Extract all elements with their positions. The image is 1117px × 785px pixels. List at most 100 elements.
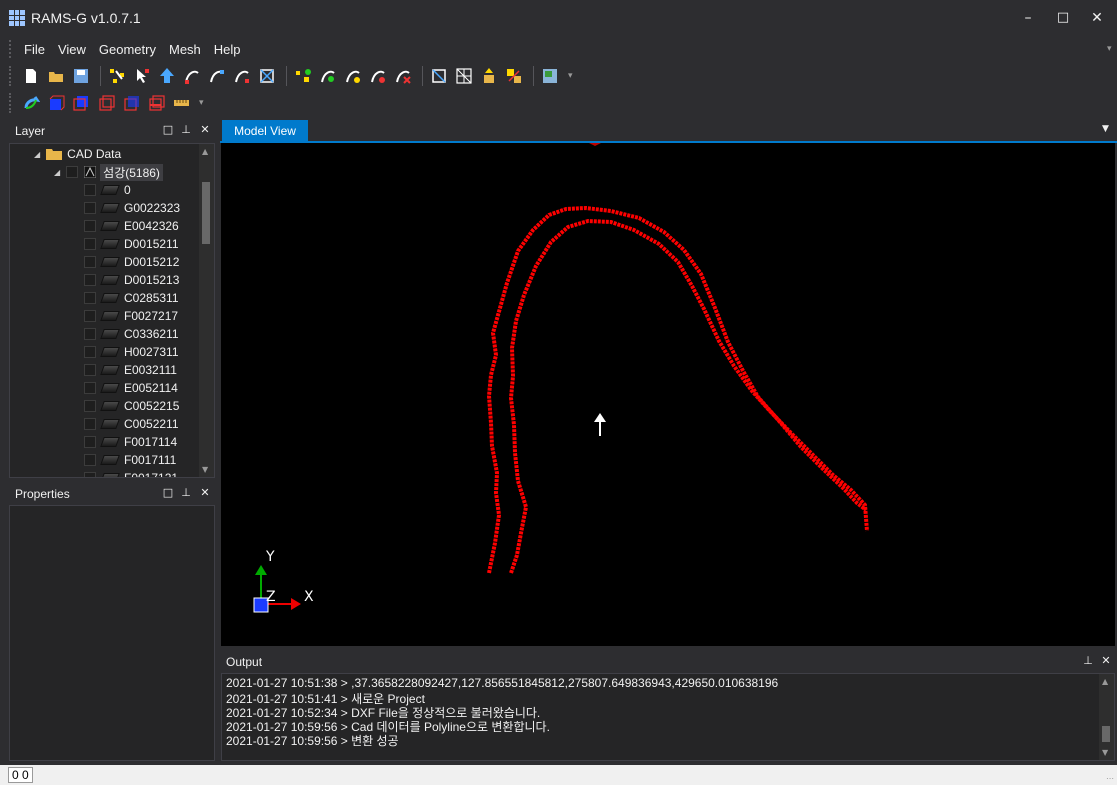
layer-checkbox[interactable]	[84, 454, 96, 466]
add-point-icon[interactable]	[292, 65, 314, 87]
layer-label: F0017114	[124, 435, 178, 449]
layer-item[interactable]: F0017114	[84, 433, 177, 451]
pin-icon[interactable]: ⊥	[179, 486, 193, 500]
layer-checkbox[interactable]	[84, 346, 96, 358]
map-icon[interactable]	[539, 65, 561, 87]
layer-item[interactable]: C0285311	[84, 289, 179, 307]
tab-model-view[interactable]: Model View	[222, 120, 308, 142]
pin-icon[interactable]: ⊥	[179, 123, 193, 137]
cube-red-2-icon[interactable]	[120, 92, 142, 114]
cube-red-icon[interactable]	[95, 92, 117, 114]
menu-file[interactable]: File	[24, 42, 45, 57]
layer-item[interactable]: H0027311	[84, 343, 179, 361]
layer-checkbox[interactable]	[84, 400, 96, 412]
layer-label: C0052215	[124, 399, 180, 413]
menu-help[interactable]: Help	[214, 42, 241, 57]
cube-blue-red-icon[interactable]	[70, 92, 92, 114]
layer-icon	[100, 455, 120, 465]
curve-point-icon[interactable]	[317, 65, 339, 87]
new-file-icon[interactable]	[20, 65, 42, 87]
layer-checkbox[interactable]	[84, 274, 96, 286]
layer-checkbox[interactable]	[84, 364, 96, 376]
ruler-icon[interactable]	[170, 92, 192, 114]
delete-point-icon[interactable]	[392, 65, 414, 87]
tree-node-label: 섬강(5186)	[100, 163, 163, 181]
layer-item[interactable]: C0052215	[84, 397, 179, 415]
select-all-icon[interactable]	[256, 65, 278, 87]
menu-mesh[interactable]: Mesh	[169, 42, 201, 57]
select-point-icon[interactable]	[106, 65, 128, 87]
curve-edit-icon[interactable]	[231, 65, 253, 87]
layer-checkbox[interactable]	[84, 256, 96, 268]
layer-tree: ◢ CAD Data ◢ 섬강(5186) 0 G0022323 E0042326 D…	[9, 143, 215, 478]
layer-item[interactable]: D0015213	[84, 271, 179, 289]
expand-arrow-icon[interactable]: ◢	[54, 168, 60, 177]
layer-scrollbar[interactable]: ▲ ▼	[199, 144, 214, 477]
polyline-edit-icon[interactable]	[206, 65, 228, 87]
layer-item[interactable]: F0027217	[84, 307, 178, 325]
layer-item[interactable]: D0015211	[84, 235, 179, 253]
rectangle-icon[interactable]	[428, 65, 450, 87]
open-folder-icon[interactable]	[45, 65, 67, 87]
float-icon[interactable]: □	[161, 486, 175, 500]
layer-checkbox[interactable]	[84, 310, 96, 322]
layer-checkbox[interactable]	[66, 166, 79, 178]
pin-icon[interactable]: ⊥	[1081, 654, 1095, 668]
layer-checkbox[interactable]	[84, 202, 96, 214]
model-viewport[interactable]: Y Z X	[221, 143, 1115, 646]
select-arrow-icon[interactable]	[156, 65, 178, 87]
layer-item[interactable]: E0032111	[84, 361, 177, 379]
layer-icon	[100, 275, 120, 285]
spline-point-icon[interactable]	[342, 65, 364, 87]
drawing-icon	[84, 166, 97, 178]
close-button[interactable]: ✕	[1087, 8, 1107, 28]
layer-item[interactable]: E0042326	[84, 217, 179, 235]
minimize-button[interactable]: –	[1018, 8, 1038, 28]
output-scrollbar[interactable]: ▲ ▼	[1099, 674, 1114, 760]
cube-blue-icon[interactable]	[45, 92, 67, 114]
panel-close-icon[interactable]: ✕	[1099, 654, 1113, 668]
menu-geometry[interactable]: Geometry	[99, 42, 156, 57]
layer-checkbox[interactable]	[84, 328, 96, 340]
expand-arrow-icon[interactable]: ◢	[34, 150, 40, 159]
properties-panel-title: Properties	[15, 487, 70, 501]
refresh-icon[interactable]	[20, 92, 42, 114]
layer-checkbox[interactable]	[84, 292, 96, 304]
layer-item[interactable]: G0022323	[84, 199, 180, 217]
curve-node-icon[interactable]	[367, 65, 389, 87]
cube-red-3-icon[interactable]	[145, 92, 167, 114]
tree-node[interactable]: ◢ 섬강(5186)	[54, 163, 163, 181]
menu-view[interactable]: View	[58, 42, 86, 57]
cursor-arrow-icon	[594, 413, 606, 436]
panel-close-icon[interactable]: ✕	[198, 123, 212, 137]
layer-item[interactable]: C0336211	[84, 325, 179, 343]
maximize-button[interactable]: □	[1053, 8, 1073, 28]
panel-close-icon[interactable]: ✕	[198, 486, 212, 500]
line-edit-icon[interactable]	[181, 65, 203, 87]
layer-checkbox[interactable]	[84, 220, 96, 232]
select-cursor-icon[interactable]	[131, 65, 153, 87]
move-icon[interactable]	[478, 65, 500, 87]
layer-checkbox[interactable]	[84, 472, 96, 477]
cad-canvas[interactable]: Y Z X	[221, 143, 1115, 646]
layer-item[interactable]: F0017111	[84, 451, 176, 469]
transform-icon[interactable]	[503, 65, 525, 87]
save-icon[interactable]	[70, 65, 92, 87]
tree-root-cad-data[interactable]: ◢ CAD Data	[34, 145, 121, 163]
layer-item[interactable]: C0052211	[84, 415, 179, 433]
layer-checkbox[interactable]	[84, 382, 96, 394]
layer-item[interactable]: E0052114	[84, 379, 178, 397]
tab-list-icon[interactable]: ▼	[1102, 124, 1109, 134]
layer-checkbox[interactable]	[84, 184, 96, 196]
axis-gizmo: Y Z X	[253, 549, 314, 613]
layer-item[interactable]: F0017121	[84, 469, 178, 477]
grid-icon[interactable]	[453, 65, 475, 87]
float-icon[interactable]: □	[161, 123, 175, 137]
layer-checkbox[interactable]	[84, 418, 96, 430]
layer-icon	[100, 347, 120, 357]
layer-checkbox[interactable]	[84, 238, 96, 250]
layer-item[interactable]: 0	[84, 181, 131, 199]
layer-checkbox[interactable]	[84, 436, 96, 448]
layer-item[interactable]: D0015212	[84, 253, 179, 271]
output-panel-title: Output	[226, 655, 263, 669]
